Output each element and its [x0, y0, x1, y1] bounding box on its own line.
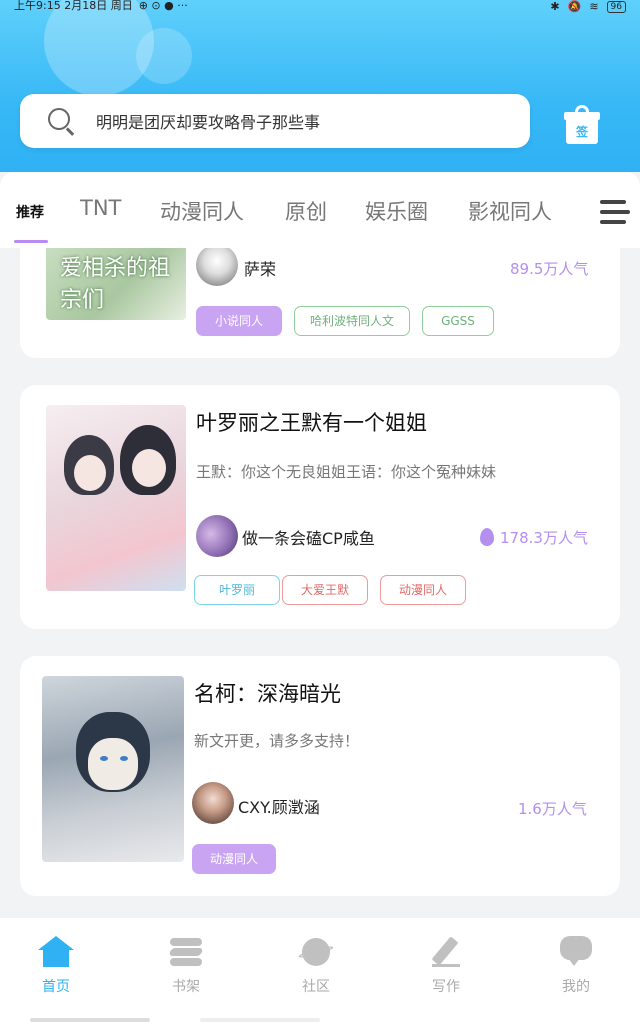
nav-label: 写作 [432, 979, 460, 995]
bottom-navigation: 首页 书架 社区 写作 我的 [0, 918, 640, 1025]
nav-write[interactable]: 写作 [406, 936, 486, 996]
avatar[interactable] [196, 515, 238, 557]
nav-profile[interactable]: 我的 [536, 936, 616, 996]
bookshelf-icon [168, 936, 204, 968]
home-indicator [200, 1018, 320, 1022]
book-title[interactable]: 叶罗丽之王默有一个姐姐 [196, 407, 427, 437]
book-card[interactable]: 名柯：深海暗光 新文开更，请多多支持！ CXY.顾澂涵 1.6万人气 动漫同人 [20, 656, 620, 896]
battery-icon: 96 [606, 1, 626, 13]
popularity: 1.6万人气 [518, 800, 587, 818]
nav-bookshelf[interactable]: 书架 [146, 936, 226, 996]
category-tabs: 推荐 TNT 动漫同人 原创 娱乐圈 影视同人 [0, 172, 640, 248]
avatar[interactable] [196, 244, 238, 286]
search-placeholder: 明明是团厌却要攻略骨子那些事 [96, 113, 321, 132]
popularity: 89.5万人气 [510, 260, 589, 278]
tag[interactable]: 动漫同人 [380, 575, 466, 605]
pen-icon [428, 936, 464, 968]
tag[interactable]: 小说同人 [196, 306, 282, 336]
nav-label: 书架 [172, 979, 200, 995]
tag[interactable]: 哈利波特同人文 [294, 306, 410, 336]
tag[interactable]: GGSS [422, 306, 494, 336]
notification-icons: ⊕ ⊙ ● ··· [138, 0, 188, 12]
flame-icon [480, 528, 494, 546]
tab-recommend[interactable]: 推荐 [16, 202, 44, 222]
nav-label: 首页 [42, 979, 70, 995]
mute-icon: 🔕 [567, 0, 582, 13]
tag[interactable]: 叶罗丽 [194, 575, 280, 605]
home-icon [38, 936, 74, 968]
nav-label: 社区 [302, 979, 330, 995]
popularity: 178.3万人气 [480, 527, 588, 548]
bluetooth-icon: ✱ [550, 0, 560, 13]
book-description: 王默：你这个无良姐姐王语：你这个冤种妹妹 [196, 463, 497, 481]
tab-film-fanfic[interactable]: 影视同人 [468, 196, 552, 226]
gift-checkin-icon[interactable]: 签 [564, 105, 600, 144]
checkin-label: 签 [566, 118, 598, 144]
cover-title-art: 爱相杀的祖宗们 [60, 256, 171, 313]
tab-original[interactable]: 原创 [285, 196, 327, 226]
header: 上午9:15 2月18日 周日 ⊕ ⊙ ● ··· ✱ 🔕 ≋ 96 明明是团厌… [0, 0, 640, 172]
search-bar[interactable]: 明明是团厌却要攻略骨子那些事 [20, 94, 530, 148]
tag[interactable]: 动漫同人 [192, 844, 276, 874]
home-indicator [30, 1018, 150, 1022]
author-name[interactable]: CXY.顾澂涵 [238, 794, 320, 818]
decor-bubble [136, 28, 192, 84]
chat-bubble-icon [558, 936, 594, 968]
author-name[interactable]: 萨荣 [244, 256, 276, 280]
nav-home[interactable]: 首页 [16, 936, 96, 996]
book-cover [42, 676, 184, 862]
book-description: 新文开更，请多多支持！ [194, 732, 360, 750]
planet-icon [297, 936, 335, 968]
active-tab-indicator [14, 240, 48, 243]
book-title[interactable]: 名柯：深海暗光 [194, 678, 341, 708]
wifi-icon: ≋ [589, 0, 599, 13]
status-bar: 上午9:15 2月18日 周日 ⊕ ⊙ ● ··· ✱ 🔕 ≋ 96 [0, 0, 640, 14]
book-cover [46, 405, 186, 591]
author-name[interactable]: 做一条会磕CP咸鱼 [242, 525, 375, 549]
nav-label: 我的 [562, 979, 590, 995]
tab-entertainment[interactable]: 娱乐圈 [365, 196, 428, 226]
tab-anime-fanfic[interactable]: 动漫同人 [160, 196, 244, 226]
menu-icon[interactable] [596, 196, 632, 228]
search-icon [48, 108, 75, 136]
tag[interactable]: 大爱王默 [282, 575, 368, 605]
book-card[interactable]: 叶罗丽之王默有一个姐姐 王默：你这个无良姐姐王语：你这个冤种妹妹 做一条会磕CP… [20, 385, 620, 629]
status-time: 上午9:15 2月18日 周日 [14, 0, 133, 12]
tab-tnt[interactable]: TNT [80, 196, 121, 220]
nav-community[interactable]: 社区 [276, 936, 356, 996]
popularity-value: 178.3万人气 [500, 529, 588, 547]
avatar[interactable] [192, 782, 234, 824]
